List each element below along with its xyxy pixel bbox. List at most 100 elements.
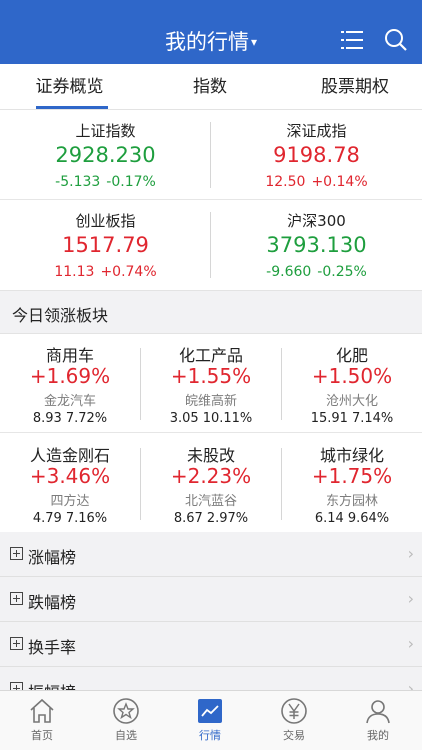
leader-price: 6.14	[314, 511, 344, 526]
sector-leader-values: 15.91 7.14%	[282, 411, 422, 426]
chevron-right-icon: ›	[407, 679, 414, 690]
index-price: 9198.78	[273, 143, 360, 167]
index-change: 12.50	[265, 174, 306, 190]
caret-down-icon: ▾	[250, 35, 258, 49]
index-card-cyb[interactable]: 创业板指 1517.79 11.13 +0.74%	[0, 200, 211, 290]
sector-percent: +1.50%	[311, 364, 393, 388]
index-name: 创业板指	[75, 212, 136, 230]
sector-leader-values: 8.93 7.72%	[0, 411, 140, 426]
leader-price: 3.05	[169, 411, 199, 426]
list-menu-icon[interactable]	[341, 30, 363, 50]
sector-leader: 皖维高新	[184, 394, 237, 409]
chevron-right-icon: ›	[407, 589, 414, 608]
sector-percent: +2.23%	[170, 464, 252, 488]
tab-stock-options[interactable]: 股票期权	[305, 64, 405, 110]
sector-name: 未股改	[186, 446, 235, 465]
index-card-hs300[interactable]: 沪深300 3793.130 -9.660 -0.25%	[211, 200, 422, 290]
sector-leader: 四方达	[50, 494, 90, 509]
page-title: 我的行情	[164, 30, 249, 54]
tabbar-label: 我的	[367, 729, 389, 742]
index-change-row: 11.13 +0.74%	[0, 264, 211, 280]
tabbar-label: 交易	[283, 729, 305, 742]
list-item-losers[interactable]: 跌幅榜 ›	[0, 577, 422, 622]
sector-card[interactable]: 化肥 +1.50% 沧州大化 15.91 7.14%	[282, 334, 422, 432]
search-icon[interactable]	[384, 28, 408, 52]
star-icon	[113, 698, 139, 724]
sector-leader-values: 3.05 10.11%	[141, 411, 281, 426]
divider	[281, 448, 282, 520]
sector-card[interactable]: 城市绿化 +1.75% 东方园林 6.14 9.64%	[282, 434, 422, 532]
sector-card[interactable]: 商用车 +1.69% 金龙汽车 8.93 7.72%	[0, 334, 140, 432]
index-name: 深证成指	[286, 122, 347, 140]
tabbar-trade[interactable]: 交易	[252, 691, 336, 751]
tabbar-market[interactable]: 行情	[168, 691, 252, 751]
divider	[0, 199, 422, 200]
index-card-sz[interactable]: 深证成指 9198.78 12.50 +0.14%	[211, 110, 422, 200]
sector-name: 城市绿化	[319, 446, 384, 465]
divider	[140, 348, 141, 420]
tabbar-label: 自选	[115, 729, 137, 742]
divider	[281, 348, 282, 420]
market-tabs: 证券概览 指数 股票期权	[0, 64, 422, 110]
leader-percent: 7.72%	[65, 411, 108, 426]
list-item-label: 跌幅榜	[28, 593, 77, 612]
chart-icon	[198, 699, 222, 723]
active-tab-indicator	[36, 106, 108, 109]
index-card-sh[interactable]: 上证指数 2928.230 -5.133 -0.17%	[0, 110, 211, 200]
index-price: 1517.79	[62, 233, 149, 257]
tabbar-watchlist[interactable]: 自选	[84, 691, 168, 751]
sector-card[interactable]: 人造金刚石 +3.46% 四方达 4.79 7.16%	[0, 434, 140, 532]
divider	[210, 212, 211, 278]
leader-price: 15.91	[310, 411, 348, 426]
index-name: 沪深300	[287, 212, 346, 230]
tabbar-label: 首页	[31, 729, 53, 742]
index-change-row: -9.660 -0.25%	[211, 264, 422, 280]
list-item-amplitude[interactable]: 振幅榜 ›	[0, 667, 422, 690]
tabbar-profile[interactable]: 我的	[336, 691, 420, 751]
index-percent: +0.14%	[311, 174, 368, 190]
sector-leader: 东方园林	[325, 494, 378, 509]
index-percent: -0.25%	[317, 264, 367, 280]
index-change: 11.13	[54, 264, 95, 280]
list-item-label: 振幅榜	[28, 679, 76, 690]
leader-price: 4.79	[32, 511, 62, 526]
sector-leader: 沧州大化	[325, 394, 378, 409]
section-title: 今日领涨板块	[12, 306, 109, 325]
sector-percent: +3.46%	[29, 464, 111, 488]
leader-percent: 7.14%	[351, 411, 394, 426]
leading-sectors-grid: 商用车 +1.69% 金龙汽车 8.93 7.72% 化工产品 +1.55% 皖维…	[0, 334, 422, 532]
sector-percent: +1.55%	[170, 364, 252, 388]
expand-plus-icon	[10, 682, 23, 690]
divider	[210, 122, 211, 188]
list-item-gainers[interactable]: 涨幅榜 ›	[0, 532, 422, 577]
index-price: 2928.230	[55, 143, 156, 167]
sector-leader: 北汽蓝谷	[184, 494, 237, 509]
index-change-row: -5.133 -0.17%	[0, 174, 211, 190]
list-item-label: 换手率	[28, 638, 77, 657]
sector-card[interactable]: 化工产品 +1.55% 皖维高新 3.05 10.11%	[141, 334, 281, 432]
tab-overview[interactable]: 证券概览	[22, 64, 117, 110]
leader-percent: 2.97%	[206, 511, 249, 526]
divider	[0, 432, 422, 433]
index-percent: -0.17%	[106, 174, 156, 190]
tab-index[interactable]: 指数	[180, 64, 240, 110]
bottom-tab-bar: 首页 自选 行情 交易 我的	[0, 690, 422, 750]
list-item-label: 涨幅榜	[28, 548, 77, 567]
top-nav-bar: 我的行情 ▾	[0, 0, 422, 64]
index-change-row: 12.50 +0.14%	[211, 174, 422, 190]
leader-price: 8.93	[32, 411, 62, 426]
index-overview-grid: 上证指数 2928.230 -5.133 -0.17% 深证成指 9198.78 …	[0, 110, 422, 290]
chevron-right-icon: ›	[407, 634, 414, 653]
list-item-turnover[interactable]: 换手率 ›	[0, 622, 422, 667]
sector-name: 化肥	[335, 346, 368, 365]
tabbar-home[interactable]: 首页	[0, 691, 84, 751]
sector-card[interactable]: 未股改 +2.23% 北汽蓝谷 8.67 2.97%	[141, 434, 281, 532]
sector-leader: 金龙汽车	[43, 394, 96, 409]
index-price: 3793.130	[266, 233, 367, 257]
expand-plus-icon	[10, 637, 23, 650]
leader-percent: 7.16%	[65, 511, 108, 526]
index-percent: +0.74%	[100, 264, 157, 280]
leader-percent: 10.11%	[202, 411, 253, 426]
chevron-right-icon: ›	[407, 544, 414, 563]
leader-percent: 9.64%	[347, 511, 390, 526]
